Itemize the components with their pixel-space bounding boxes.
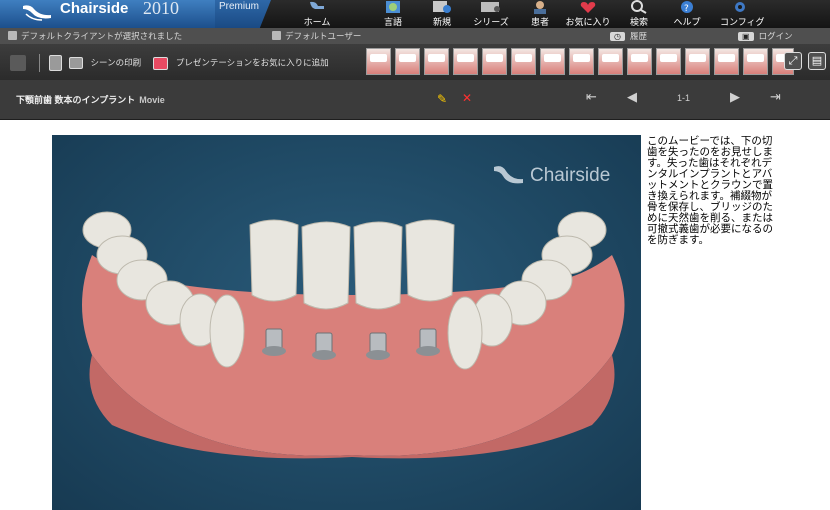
nav-help-button[interactable]: ? ヘルプ [672,0,702,28]
scene-thumbnail[interactable] [366,48,391,75]
movie-player[interactable]: Chairside [52,135,641,510]
nav-label: シリーズ [473,17,509,27]
globe-book-icon [386,1,400,13]
scene-thumbnail[interactable] [569,48,594,75]
scene-thumbnail[interactable] [656,48,681,75]
scene-thumbnail[interactable] [395,48,420,75]
nav-label: コンフィグ [720,17,765,27]
scene-thumbnail[interactable] [482,48,507,75]
patient-icon [534,1,546,14]
chairside-logo-icon [23,5,51,21]
scene-thumbnail[interactable] [685,48,710,75]
print-icon[interactable] [69,57,84,69]
heart-icon[interactable] [153,56,169,70]
nav-label: お気に入り [565,17,611,27]
movie-type-tag: Movie [139,95,165,105]
close-icon[interactable]: ✕ [462,91,472,105]
config-gear-icon [735,2,745,12]
scene-thumbnail[interactable] [714,48,739,75]
login-label: ログイン [758,31,793,41]
scene-thumbnail[interactable] [540,48,565,75]
movie-description: このムービーでは、下の切歯を失ったのをお見せします。失った歯はそれぞれデンタルイ… [647,135,773,246]
film-series-icon [481,2,500,12]
edition-label: Premium [215,0,271,28]
movie-title-text: 下顎前歯 数本のインプラント [16,95,136,105]
nav-series-button[interactable]: シリーズ [471,0,511,28]
app-year: 2010 [143,0,179,18]
client-status[interactable]: デフォルトクライアントが選択されました [8,30,182,42]
add-to-favorites-button[interactable]: プレゼンテーションをお気に入りに追加 [176,57,329,67]
previous-page-icon[interactable]: ◀ [627,90,637,105]
movie-title: 下顎前歯 数本のインプラント Movie [16,93,165,106]
favorites-heart-icon [580,2,596,13]
first-page-icon[interactable]: ⇤ [586,90,597,105]
search-magnifier-icon [631,0,647,14]
clock-icon: ◷ [610,32,625,41]
nav-favorites-button[interactable]: お気に入り [565,0,611,28]
top-navigation-bar: Chairside 2010 Premium ホーム 言語 新規 シリーズ 患者… [0,0,830,28]
expand-icon[interactable]: ⤢ [784,52,802,70]
nav-label: ヘルプ [673,17,701,27]
lock-icon: ▣ [738,32,754,41]
login-button[interactable]: ▣ ログイン [738,30,793,42]
scene-thumbnail[interactable] [511,48,536,75]
last-page-icon[interactable]: ⇥ [770,90,781,105]
nav-label: 新規 [432,17,451,27]
svg-text:?: ? [684,4,689,14]
scene-thumbnail[interactable] [424,48,449,75]
nav-patient-button[interactable]: 患者 [526,0,554,28]
nav-label: 患者 [530,17,549,27]
user-status-text: デフォルトユーザー [285,31,362,41]
movie-title-bar: 下顎前歯 数本のインプラント Movie ✎ ✕ ⇤ ◀ 1-1 ▶ ⇥ [0,80,830,120]
nav-label: 言語 [383,17,402,27]
scene-info-icon[interactable] [48,55,62,71]
fullscreen-icon[interactable] [10,55,26,71]
status-bar: デフォルトクライアントが選択されました デフォルトユーザー ◷ 履歴 ▣ ログイン [0,28,830,44]
scene-thumbnail[interactable] [743,48,768,75]
scene-thumbnail[interactable] [598,48,623,75]
scene-toolbar: シーンの印刷 プレゼンテーションをお気に入りに追加 ⤢ ▤ [0,44,830,80]
toolbar-left-group: シーンの印刷 プレゼンテーションをお気に入りに追加 [10,54,329,72]
nav-config-button[interactable]: コンフィグ [720,0,765,28]
nav-label: 検索 [629,17,648,27]
home-chair-icon [310,1,324,9]
nav-home-button[interactable]: ホーム [300,0,334,28]
scene-thumbnail[interactable] [453,48,478,75]
toggle-view-icon[interactable]: ▤ [808,52,826,70]
help-question-icon: ? [681,1,693,14]
nav-label: ホーム [303,17,331,27]
brand-area: Chairside 2010 [0,0,215,28]
client-icon [8,31,17,40]
user-icon [272,31,281,40]
next-page-icon[interactable]: ▶ [730,90,740,105]
nav-language-button[interactable]: 言語 [376,0,410,28]
print-scene-button[interactable]: シーンの印刷 [91,57,142,67]
user-status[interactable]: デフォルトユーザー [272,30,361,42]
watermark-logo-icon [494,166,523,184]
pencil-icon[interactable]: ✎ [437,92,447,106]
app-name: Chairside [60,0,129,17]
scene-thumbnail[interactable] [627,48,652,75]
nav-new-button[interactable]: 新規 [425,0,459,28]
history-label: 履歴 [629,31,647,41]
page-counter: 1-1 [677,93,691,103]
new-screen-icon [433,1,451,13]
toolbar-divider [39,54,41,72]
watermark-text: Chairside [530,165,611,186]
client-status-text: デフォルトクライアントが選択されました [21,31,183,41]
dental-implant-illustration [82,211,625,459]
history-button[interactable]: ◷ 履歴 [610,30,647,42]
nav-search-button[interactable]: 検索 [624,0,654,28]
